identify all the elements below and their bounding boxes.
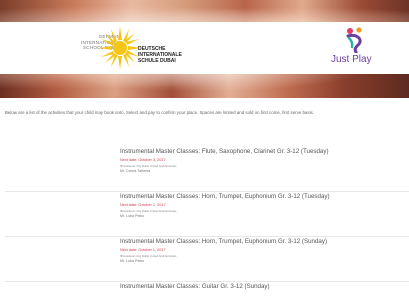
activity-title[interactable]: Instrumental Master Classes: Flute, Saxo… — [120, 148, 409, 155]
school-name-german: DEUTSCHE INTERNATIONALE SCHULE DUBAI — [138, 46, 182, 64]
hero-banner-top — [0, 0, 409, 22]
activity-item[interactable]: Instrumental Master Classes: Guitar Gr. … — [0, 275, 409, 304]
activity-title[interactable]: Instrumental Master Classes: Guitar Gr. … — [120, 283, 409, 290]
just-play-logo[interactable]: Just Play — [327, 27, 387, 69]
activity-teacher: Mr. Luba Petko — [120, 259, 145, 263]
just-play-mark-icon — [346, 27, 362, 53]
activity-next-date: Next date: October 1, 2017 — [120, 248, 166, 252]
activity-venue: IB Academic City Dubai United Arab Emira… — [120, 164, 177, 168]
activity-teacher: Mr. Carlos Taboera — [120, 169, 151, 173]
activity-next-date: Next date: October 1, 2017 — [120, 203, 166, 207]
sun-icon — [99, 27, 141, 69]
just-play-wordmark: Just Play — [331, 54, 372, 65]
activity-venue: IB Academic City Dubai United Arab Emira… — [120, 254, 177, 258]
school-logo[interactable]: GERMAN INTERNATIONAL SCHOOL DUBAI DEUTSC… — [40, 26, 210, 70]
activity-title[interactable]: Instrumental Master Classes: Horn, Trump… — [120, 238, 409, 245]
hero-banner-bottom — [0, 74, 409, 98]
activity-next-date: Next date: October 3, 2017 — [120, 158, 166, 162]
intro-text: Below are a list of the activities that … — [5, 110, 314, 115]
activity-teacher: Mr. Luba Petko — [120, 214, 145, 218]
activity-title[interactable]: Instrumental Master Classes: Horn, Trump… — [120, 193, 409, 200]
activity-venue: IB Academic City Dubai United Arab Emira… — [120, 209, 177, 213]
